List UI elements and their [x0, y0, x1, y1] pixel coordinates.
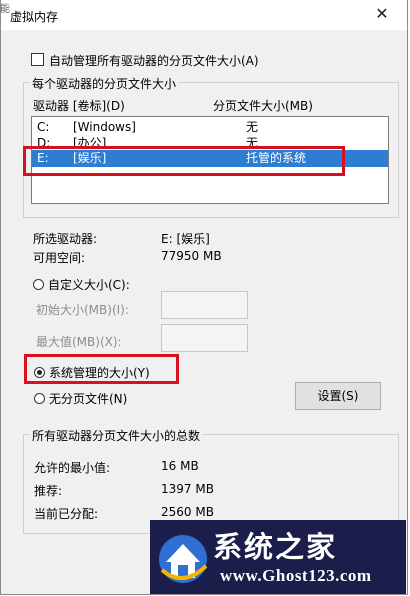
no-paging-radio[interactable]: 无分页文件(N)	[34, 390, 127, 407]
watermark: 系统之家 www.Ghost123.com	[150, 520, 406, 594]
max-size-label: 最大值(MB)(X):	[36, 335, 122, 349]
drive-size: 无	[246, 120, 259, 134]
selected-drive-label: 所选驱动器:	[33, 232, 98, 246]
custom-size-radio[interactable]: 自定义大小(C):	[33, 276, 130, 293]
initial-size-input[interactable]	[161, 291, 248, 319]
set-button[interactable]: 设置(S)	[295, 382, 381, 410]
drive-label: [Windows]	[73, 120, 136, 134]
min-value: 16 MB	[161, 459, 199, 473]
radio-circle[interactable]	[34, 393, 45, 404]
selected-drive-value: E: [娱乐]	[161, 232, 210, 246]
highlight-box-system-managed	[24, 354, 179, 384]
close-icon[interactable]: ✕	[371, 4, 393, 24]
initial-size-label: 初始大小(MB)(I):	[36, 303, 129, 317]
auto-manage-checkbox[interactable]: 自动管理所有驱动器的分页文件大小(A)	[31, 52, 259, 69]
checkbox-box[interactable]	[31, 53, 44, 66]
free-space-value: 77950 MB	[161, 249, 222, 263]
free-space-label: 可用空间:	[33, 251, 86, 265]
title-bar: 虚拟内存 ✕	[1, 0, 407, 30]
size-column-header: 分页文件大小(MB)	[213, 99, 313, 113]
radio-circle[interactable]	[33, 279, 44, 290]
house-logo-icon	[159, 535, 208, 583]
highlight-box-drive	[23, 146, 345, 176]
custom-size-label: 自定义大小(C):	[48, 278, 130, 292]
drive-letter: C:	[37, 120, 50, 134]
window-title: 虚拟内存	[10, 10, 59, 24]
auto-manage-label: 自动管理所有驱动器的分页文件大小(A)	[49, 54, 259, 68]
current-label: 当前已分配:	[34, 507, 99, 521]
drives-group-title: 每个驱动器的分页文件大小	[30, 75, 179, 92]
totals-group-title: 所有驱动器分页文件大小的总数	[30, 427, 203, 444]
recommended-value: 1397 MB	[161, 482, 214, 496]
edge-mark: 能	[0, 4, 10, 15]
watermark-url: www.Ghost123.com	[220, 566, 372, 585]
max-size-input[interactable]	[161, 324, 248, 352]
recommended-label: 推荐:	[34, 484, 63, 498]
drive-column-header: 驱动器 [卷标](D)	[33, 99, 125, 113]
no-paging-label: 无分页文件(N)	[49, 392, 128, 406]
watermark-title: 系统之家	[213, 530, 338, 564]
virtual-memory-dialog: 虚拟内存 ✕ 自动管理所有驱动器的分页文件大小(A) 每个驱动器的分页文件大小 …	[0, 0, 408, 595]
min-label: 允许的最小值:	[34, 461, 111, 475]
drive-row-c[interactable]: C: [Windows] 无	[32, 119, 388, 136]
current-value: 2560 MB	[161, 505, 214, 519]
